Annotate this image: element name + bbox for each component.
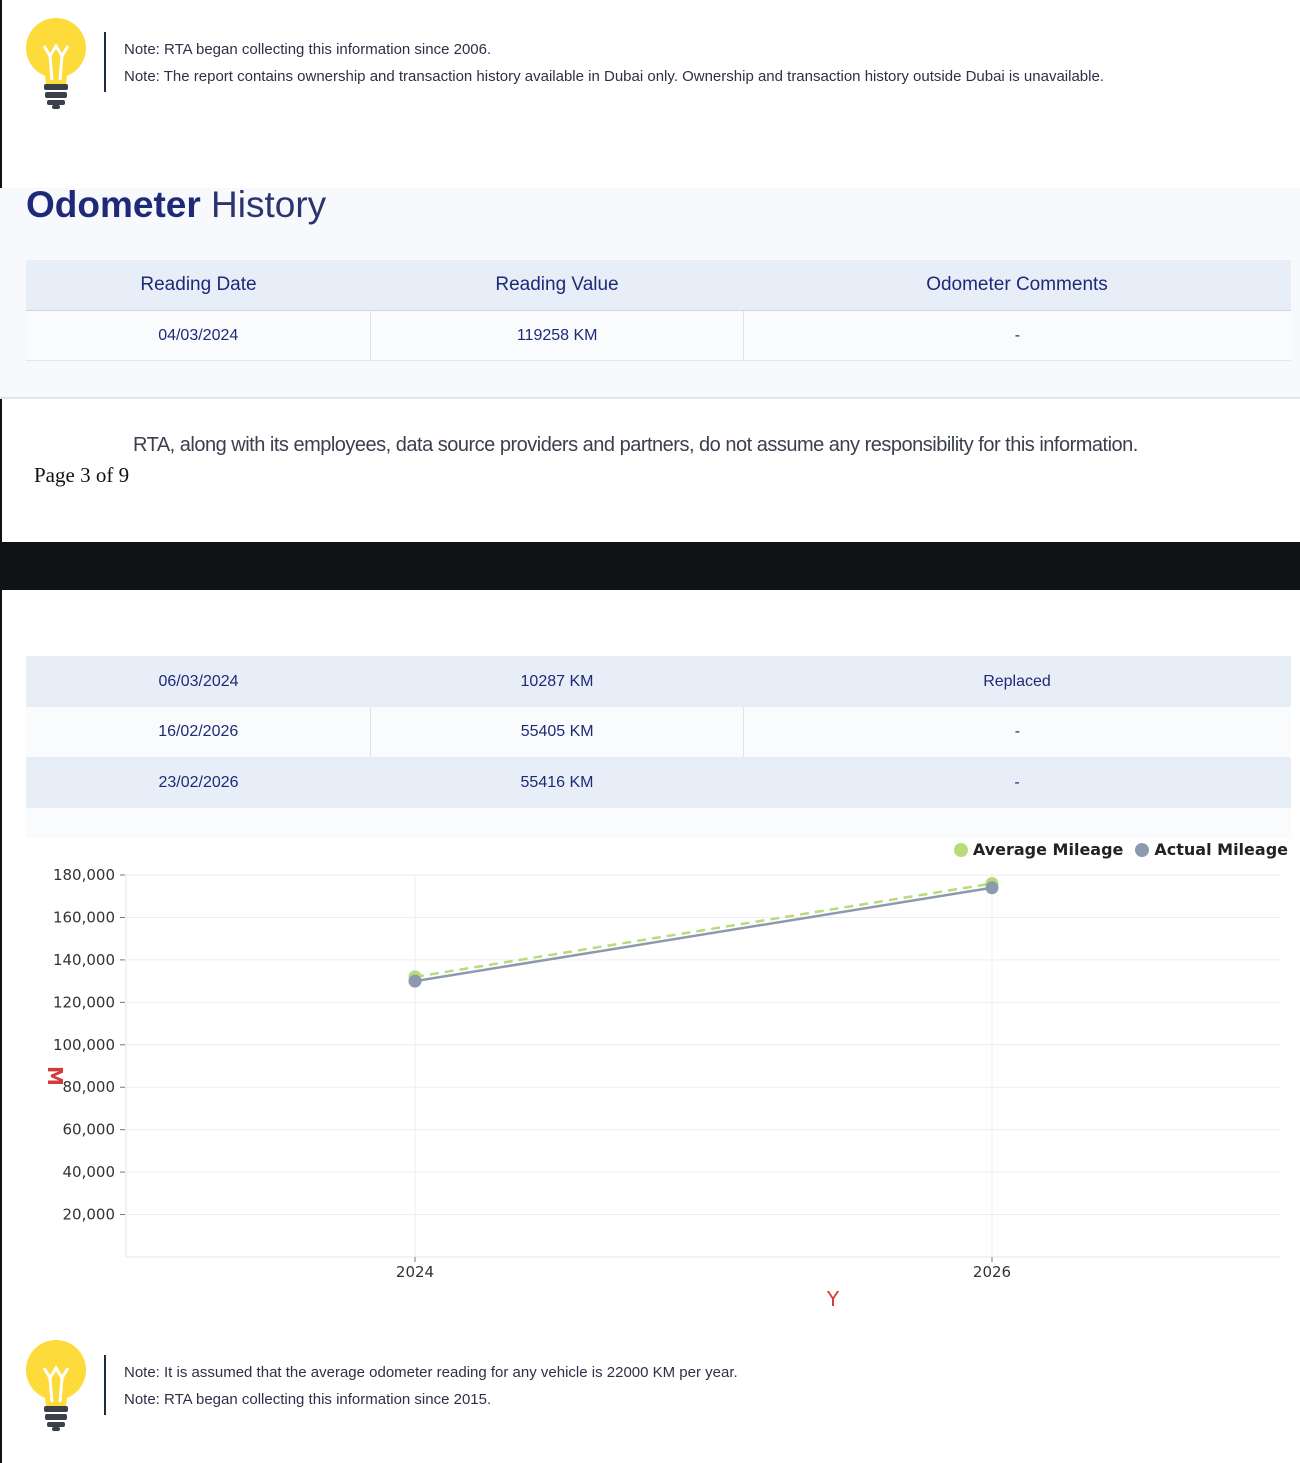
title-light: History [211,184,327,225]
cell-value: 55416 KM [520,773,594,791]
note-text: Note: It is assumed that the average odo… [124,1364,738,1381]
table-row: 04/03/2024 119258 KM - [26,311,1291,361]
y-tick-label: 100,000 [53,1036,115,1054]
odometer-chart: 20,000 40,000 60,000 80,000 100,000 120,000 14… [43,866,1280,1311]
cell-date: 06/03/2024 [158,672,239,690]
legend-swatch [1135,842,1150,857]
cell-date: 23/02/2026 [158,773,239,791]
note-list-bottom: Note: It is assumed that the average odo… [124,1359,738,1413]
legend-item[interactable]: Average Mileage [953,840,1124,859]
header-odometer-comments: Odometer Comments [926,274,1108,295]
note-list-top: Note: RTA began collecting this informat… [124,36,1104,90]
header-reading-value: Reading Value [495,274,619,295]
series-point [985,881,999,895]
y-tick-label: 60,000 [63,1121,116,1139]
note-divider [104,32,106,92]
y-tick-label: 40,000 [63,1163,116,1181]
series-point [408,974,422,988]
chart-grid [125,874,1280,1258]
table-header: Reading Date Reading Value Odometer Comm… [26,260,1291,311]
chart-series [408,876,999,988]
note-text: Note: RTA began collecting this informat… [124,41,492,58]
lightbulb-icon [24,1338,88,1434]
cell-date: 16/02/2026 [158,723,239,740]
note-text: Note: The report contains ownership and … [124,68,1104,85]
lightbulb-icon [24,16,88,112]
page-title: Odometer History [26,184,326,226]
cell-value: 55405 KM [370,707,742,757]
y-axis-ticks: 20,000 40,000 60,000 80,000 100,000 120,000 14… [53,866,125,1224]
cell-comment: - [1014,773,1020,791]
legend-item[interactable]: Actual Mileage [1135,840,1288,859]
cell-comment: - [742,311,1291,360]
cell-date: 04/03/2024 [158,326,239,344]
cell-value: 10287 KM [520,672,594,690]
x-axis-ticks: 2024 2026 [396,1257,1011,1281]
y-tick-label: 120,000 [53,993,115,1011]
x-tick-label: 2026 [973,1263,1011,1281]
divider [0,397,1300,399]
table-row: 16/02/2026 55405 KM - [26,707,1291,757]
series-line [414,882,993,979]
table-row: 23/02/2026 55416 KM - [26,757,1291,808]
series-line [414,886,993,983]
legend-swatch [953,842,968,857]
y-tick-label: 20,000 [63,1206,116,1224]
table-row: 06/03/2024 10287 KM Replaced [26,656,1291,707]
cell-comment: Replaced [983,672,1051,690]
x-tick-label: 2024 [396,1263,434,1281]
chart-legend: Average Mileage Actual Mileage [942,840,1288,859]
header-reading-date: Reading Date [140,274,257,295]
legend-label: Actual Mileage [1154,840,1288,859]
y-axis-label: M [43,1066,67,1086]
note-divider [104,1355,106,1415]
page-break-bar [0,542,1300,590]
legend-label: Average Mileage [972,840,1124,859]
title-bold: Odometer [26,184,201,225]
chart-top-band [26,808,1291,838]
page-number: Page 3 of 9 [34,463,130,487]
y-tick-label: 80,000 [63,1078,116,1096]
disclaimer: RTA, along with its employees, data sour… [133,434,1138,456]
y-tick-label: 180,000 [53,866,115,884]
note-text: Note: RTA began collecting this informat… [124,1391,492,1408]
cell-comment: - [742,707,1291,757]
y-tick-label: 140,000 [53,951,115,969]
x-axis-label: Y [826,1287,840,1311]
y-tick-label: 160,000 [53,908,115,926]
cell-value: 119258 KM [370,311,742,360]
